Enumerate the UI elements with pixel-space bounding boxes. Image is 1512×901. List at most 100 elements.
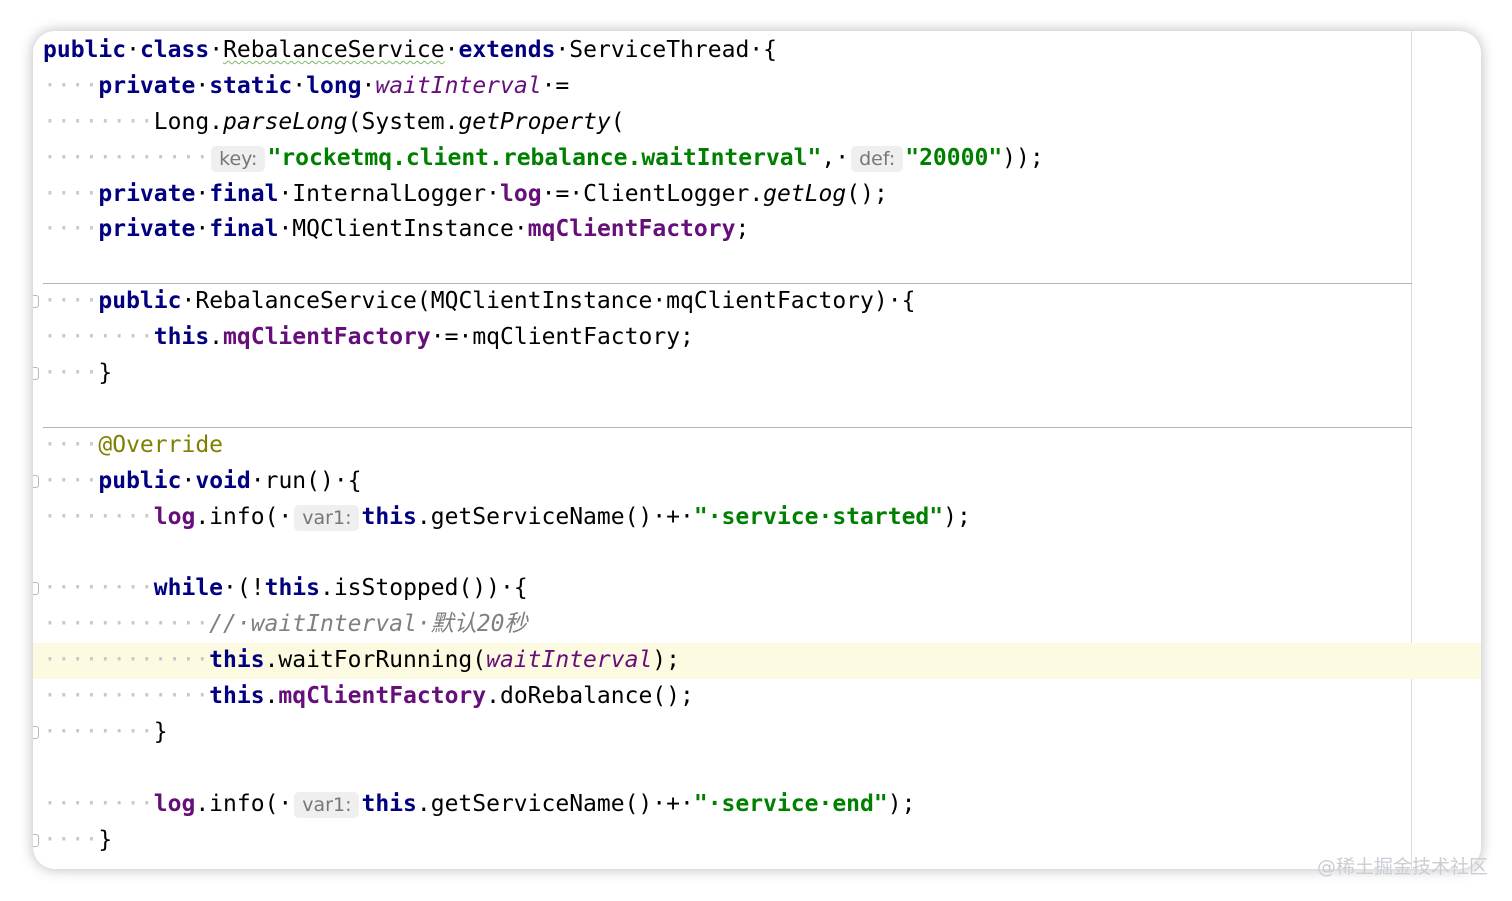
code-token: private (98, 180, 196, 207)
code-line[interactable]: ····private·static·long·waitInterval·= (33, 69, 1481, 105)
code-token: mqClientFactory (527, 216, 736, 243)
code-token: private (98, 72, 196, 99)
code-token: parseLong (223, 108, 348, 135)
parameter-hint: var1: (294, 791, 360, 818)
fold-marker-icon[interactable] (33, 295, 39, 309)
code-token: this (361, 503, 417, 530)
code-token: ············ (43, 683, 210, 710)
code-token: public (98, 467, 182, 494)
code-line[interactable]: ············this.mqClientFactory.doRebal… (33, 679, 1481, 715)
code-token: · (278, 503, 293, 530)
code-token: ···· (43, 216, 99, 243)
code-token: mqClientFactory; (472, 324, 694, 351)
parameter-hint: var1: (294, 504, 360, 531)
code-token: Long. (153, 108, 224, 135)
fold-marker-icon[interactable] (33, 582, 39, 596)
fold-marker-icon[interactable] (33, 833, 39, 847)
fold-marker-icon[interactable] (33, 725, 39, 739)
code-token: · (278, 790, 293, 817)
fold-marker-icon[interactable] (33, 367, 39, 381)
code-token: log (500, 180, 542, 207)
code-line[interactable]: ············ key: "rocketmq.client.rebalan… (33, 141, 1481, 177)
code-line[interactable]: ········Long.parseLong(System.getPropert… (33, 105, 1481, 141)
code-token: MQClientInstance (292, 216, 514, 243)
code-line[interactable] (33, 535, 1481, 571)
code-token: · (749, 37, 764, 63)
code-token: (System. (347, 108, 459, 135)
code-token: mqClientFactory (278, 683, 487, 710)
code-line[interactable]: ····private·final·InternalLogger·log·=·C… (33, 177, 1481, 213)
code-token: · (835, 144, 850, 171)
code-token: run() (264, 467, 334, 494)
code-line[interactable] (33, 248, 1481, 285)
code-token: · (541, 72, 556, 99)
code-token: this (264, 575, 320, 602)
code-token: · (195, 180, 210, 207)
code-token: · (126, 37, 140, 63)
code-line[interactable]: ········while·(!this.isStopped())·{ (33, 571, 1481, 607)
code-token: .getServiceName() (416, 790, 653, 817)
code-token: { (763, 37, 778, 63)
code-line[interactable]: ····private·final·MQClientInstance·mqCli… (33, 212, 1481, 248)
code-token: { (513, 575, 528, 602)
code-line[interactable]: ············this.waitForRunning(waitInte… (33, 643, 1481, 680)
code-token: · (458, 324, 473, 351)
code-line[interactable]: ····public·RebalanceService(MQClientInst… (33, 284, 1481, 320)
code-token: this (209, 683, 265, 710)
code-token: · (181, 467, 196, 494)
code-token: ); (652, 647, 680, 674)
code-token: (! (236, 575, 265, 602)
code-token: · (444, 37, 459, 63)
code-token: )); (1002, 144, 1044, 171)
code-token: InternalLogger (292, 180, 487, 207)
fold-marker-icon[interactable] (33, 474, 39, 488)
code-line[interactable] (33, 751, 1481, 787)
code-token: · (181, 288, 196, 315)
code-line[interactable]: ············//·waitInterval·默认20秒 (33, 607, 1481, 643)
code-token: } (98, 826, 113, 853)
code-token: ············ (43, 144, 210, 171)
code-token: · (278, 216, 293, 243)
code-token: ServiceThread (569, 37, 750, 63)
code-line[interactable]: ········log.info(· var1: this.getServiceNa… (33, 787, 1481, 823)
code-token: ···· (43, 360, 99, 387)
code-line[interactable]: ····} (33, 356, 1481, 392)
code-token: ); (887, 790, 916, 817)
code-token: · (278, 180, 293, 207)
code-token: · (209, 37, 224, 63)
code-token: class (139, 37, 210, 63)
code-token: } (153, 718, 168, 745)
code-line[interactable] (33, 392, 1481, 428)
code-token: · (541, 180, 556, 207)
code-token: ; (735, 216, 750, 243)
code-token: .waitForRunning( (264, 647, 487, 674)
code-token: . (209, 324, 224, 351)
code-token: = (555, 180, 570, 207)
code-line[interactable]: ····@Override (33, 428, 1481, 464)
code-token: "·service·started" (693, 503, 944, 530)
code-token: · (513, 216, 528, 243)
code-line[interactable]: public·class·RebalanceService·extends·Se… (33, 33, 1481, 69)
code-token: RebalanceService(MQClientInstance (195, 288, 653, 315)
code-token: ···· (43, 288, 99, 315)
code-line[interactable]: ········log.info(· var1: this.getServiceNa… (33, 500, 1481, 536)
code-token: this (209, 647, 265, 674)
code-token: · (430, 324, 445, 351)
code-editor-window: public·class·RebalanceService·extends·Se… (33, 31, 1481, 869)
code-token: · (887, 288, 902, 315)
code-token: · (333, 467, 348, 494)
code-token: .doRebalance(); (486, 683, 694, 710)
code-token: void (195, 467, 251, 494)
code-token: this (153, 324, 210, 351)
code-token: · (680, 790, 694, 817)
code-line[interactable]: ········} (33, 715, 1481, 751)
code-token: + (666, 790, 680, 817)
code-token: while (153, 575, 224, 602)
code-line[interactable]: ········this.mqClientFactory·=·mqClientF… (33, 320, 1481, 356)
code-token: · (652, 503, 667, 530)
code-area[interactable]: public·class·RebalanceService·extends·Se… (33, 33, 1481, 858)
code-token: ········ (43, 324, 154, 351)
code-token: .isStopped()) (319, 575, 500, 602)
code-line[interactable]: ····public·void·run()·{ (33, 464, 1481, 500)
code-line[interactable]: ····} (33, 823, 1481, 859)
